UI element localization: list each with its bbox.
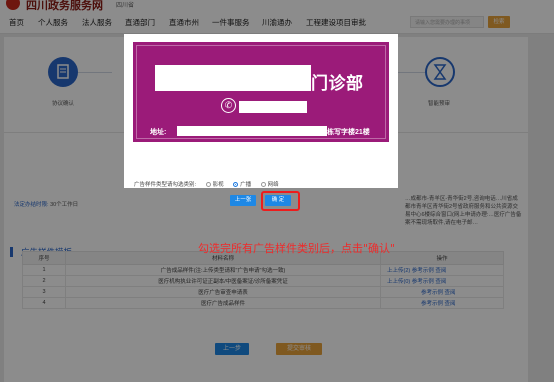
confirm-highlight-box [261,191,300,211]
category-options: 广告样件类型请勾选类别: 影视 广播 网络 [134,180,279,188]
radio-broadcast[interactable] [233,182,239,187]
ad-category-dialog: 门诊部 ✆ 地址: 栋写字楼21楼 广告样件类型请勾选类别: 影视 广播 网络 … [124,34,398,206]
ad-address-tail: 栋写字楼21楼 [327,129,370,136]
redacted-block [155,65,311,91]
redacted-block [177,126,327,136]
previous-image-button[interactable]: 上一张 [230,195,256,206]
option-network-label: 网络 [267,182,279,188]
option-broadcast-label: 广播 [240,182,252,188]
redacted-block [239,101,307,113]
category-label: 广告样件类型请勾选类别: [134,182,197,188]
radio-network[interactable] [260,182,266,187]
phone-icon: ✆ [221,98,236,113]
ad-sample-image: 门诊部 ✆ 地址: 栋写字楼21楼 [133,42,389,142]
ad-title: 门诊部 [311,74,364,94]
radio-film[interactable] [205,182,211,187]
ad-address-label: 地址: [150,129,167,136]
option-film-label: 影视 [212,182,224,188]
instruction-annotation: 勾选完所有广告样件类别后，点击"确认" [198,242,396,255]
